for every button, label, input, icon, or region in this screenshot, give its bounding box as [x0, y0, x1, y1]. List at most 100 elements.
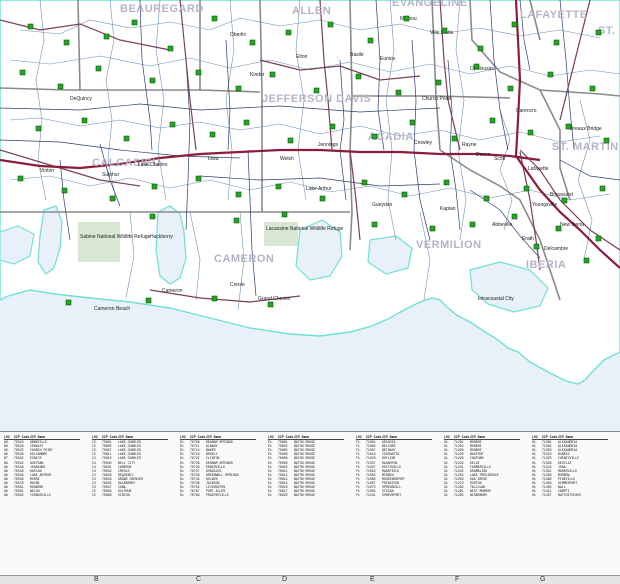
place-label: Broussard — [550, 192, 573, 198]
place-label: Sabine National Wildlife Refuge — [80, 234, 151, 240]
zip-office-marker — [329, 123, 336, 130]
zip-index-cell: NATCHITOCHES — [558, 493, 581, 498]
zip-index-cell: YOUNGSVILLE — [30, 493, 52, 498]
zip-index-header-cell: ZIP Code — [14, 435, 30, 439]
zip-office-marker — [287, 137, 294, 144]
place-label: Abbeville — [492, 222, 513, 228]
zip-index-column: LOC ZIP CodeZIP Name A6 70510 ABBEVILLE B6 705… — [4, 435, 80, 497]
zip-index-header-cell: ZIP Code — [190, 435, 206, 439]
zip-index-column: LOC ZIP CodeZIP Name H1 71301 ALEXANDRIA H1 71… — [532, 435, 608, 497]
zip-office-marker — [149, 213, 156, 220]
zip-index-header-cell: ZIP Name — [294, 435, 310, 439]
zip-office-marker — [523, 185, 530, 192]
zip-office-marker — [589, 85, 596, 92]
zip-index-row: F1 71101 SHREVEPORT — [356, 493, 432, 497]
zip-office-marker — [285, 29, 292, 36]
zip-index-cell: 70668 — [102, 493, 112, 498]
zip-office-marker — [123, 135, 130, 142]
zip-office-marker — [243, 119, 250, 126]
parish-label: VERMILION — [416, 239, 482, 251]
zip-office-marker — [211, 295, 218, 302]
zip-index-cell: G1 — [444, 493, 448, 498]
zip-index-cell: A6 — [4, 493, 8, 498]
zip-index-cell: 70769 — [190, 493, 200, 498]
place-label: Erath — [522, 236, 534, 242]
parish-label: JEFFERSON DAVIS — [262, 93, 371, 105]
zip-office-marker — [327, 21, 334, 28]
zip-index-header-cell: ZIP Name — [206, 435, 222, 439]
zip-office-marker — [361, 179, 368, 186]
grid-letter-bar: B C D E F G — [0, 575, 620, 584]
place-label: Kinder — [250, 72, 265, 78]
zip-office-marker — [281, 211, 288, 218]
place-label: Oberlin — [230, 32, 246, 38]
zip-office-marker — [355, 73, 362, 80]
zip-index-header-cell: LOC — [444, 435, 450, 439]
zip-index-cell: WINNSBORO — [470, 493, 488, 498]
zip-office-marker — [477, 45, 484, 52]
place-label: Kaplan — [440, 206, 456, 212]
place-label: Gueydan — [372, 202, 393, 208]
place-label: Church Point — [422, 96, 452, 102]
zip-office-marker — [235, 191, 242, 198]
zip-office-marker — [61, 187, 68, 194]
zip-office-marker — [167, 45, 174, 52]
grid-letter: D — [282, 576, 288, 583]
zip-office-marker — [533, 243, 540, 250]
grid-letter: F — [455, 576, 460, 583]
zip-office-marker — [151, 183, 158, 190]
zip-office-marker — [19, 69, 26, 76]
zip-office-marker — [367, 37, 374, 44]
place-label: New Iberia — [560, 222, 584, 228]
zip-office-marker — [81, 117, 88, 124]
zip-office-marker — [401, 191, 408, 198]
zip-index-header-cell: LOC — [92, 435, 98, 439]
parish-label: IBERIA — [526, 259, 566, 271]
zip-office-marker — [169, 121, 176, 128]
zip-office-marker — [511, 213, 518, 220]
zip-index-cell: F1 — [356, 493, 360, 498]
zip-index-cell: H1 — [532, 493, 536, 498]
zip-office-marker — [319, 195, 326, 202]
place-label: Jennings — [318, 142, 339, 148]
zip-code-map: BEAUREGARD ALLEN EVANGELINE LAFAYETTE JE… — [0, 0, 620, 584]
zip-office-marker — [507, 85, 514, 92]
zip-index-cell: 71101 — [366, 493, 376, 498]
zip-index-header-cell: ZIP Name — [470, 435, 486, 439]
zip-office-marker — [131, 19, 138, 26]
zip-office-marker — [371, 221, 378, 228]
place-label: Cameron — [162, 288, 183, 294]
zip-office-marker — [565, 123, 572, 130]
zip-office-marker — [109, 195, 116, 202]
zip-index-header-cell: ZIP Name — [382, 435, 398, 439]
zip-index-cell: 71295 — [454, 493, 464, 498]
zip-office-marker — [233, 217, 240, 224]
parish-label: EVANGELINE — [392, 0, 468, 9]
zip-index-header-cell: LOC — [4, 435, 10, 439]
place-label: Vinton — [40, 168, 54, 174]
place-label: Hackberry — [150, 234, 173, 240]
zip-office-marker — [451, 135, 458, 142]
grid-letter: G — [540, 576, 546, 583]
zip-office-marker — [595, 29, 602, 36]
parish-label: CAMERON — [214, 253, 274, 265]
place-label: Lake Arthur — [306, 186, 332, 192]
zip-index-cell: E1 — [268, 493, 272, 498]
zip-office-marker — [435, 79, 442, 86]
zip-office-marker — [561, 197, 568, 204]
zip-office-marker — [313, 87, 320, 94]
place-label: Iowa — [208, 156, 219, 162]
place-label: Duson — [476, 152, 491, 158]
zip-index-panel: LOC ZIP CodeZIP Name A6 70510 ABBEVILLE B6 705… — [0, 431, 620, 584]
zip-index-header-cell: ZIP Name — [118, 435, 134, 439]
zip-office-marker — [483, 195, 490, 202]
zip-index-header-cell: LOC — [532, 435, 538, 439]
place-label: Grand Chenier — [258, 296, 291, 302]
zip-office-marker — [441, 27, 448, 34]
place-label: Crowley — [414, 140, 433, 146]
zip-index-column: LOC ZIP CodeZIP Name C2 70601 LAKE CHARLES C2… — [92, 435, 168, 497]
zip-office-marker — [371, 133, 378, 140]
zip-index-cell: BATON ROUGE — [294, 493, 316, 498]
zip-office-marker — [267, 301, 274, 308]
place-label: Intracoastal City — [478, 296, 514, 302]
